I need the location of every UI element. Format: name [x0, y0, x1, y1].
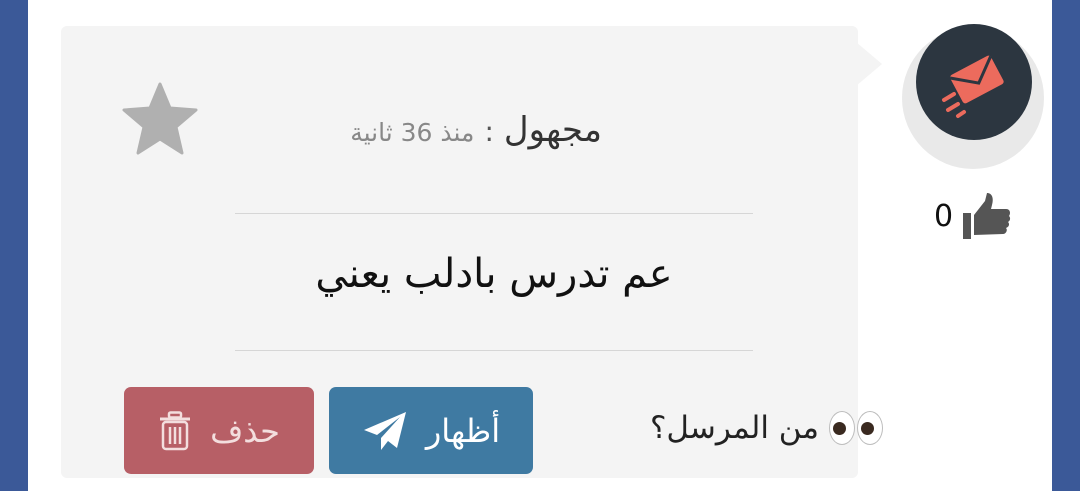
message-header: مجهول : منذ 36 ثانية [350, 110, 602, 150]
message-text: عم تدرس بادلب يعني [315, 251, 673, 297]
paper-plane-icon [363, 411, 406, 450]
show-button-label: أظهار [425, 411, 501, 450]
like-count: 0 [934, 198, 954, 234]
like-control[interactable]: 0 [934, 186, 1024, 246]
trash-icon [160, 410, 191, 450]
message-card: مجهول : منذ 36 ثانية عم تدرس بادلب يعني … [61, 26, 883, 478]
divider-bottom [235, 350, 753, 351]
message-card-tail [856, 42, 882, 86]
sender-name: مجهول [503, 110, 602, 150]
envelope-send-icon [942, 55, 1004, 118]
eyes-emoji-icon [829, 411, 883, 445]
delete-button[interactable]: حذف [124, 387, 314, 474]
timestamp: منذ 36 ثانية [350, 118, 475, 147]
star-icon[interactable] [121, 80, 199, 158]
who-sent[interactable]: من المرسل؟ [613, 410, 883, 446]
who-sent-label: من المرسل؟ [649, 410, 819, 446]
thumbs-up-icon[interactable] [959, 189, 1013, 243]
delete-button-label: حذف [210, 411, 280, 450]
show-button[interactable]: أظهار [329, 387, 533, 474]
divider-top [235, 213, 753, 214]
header-separator: : [484, 115, 494, 148]
page: 0 مجهول : منذ 36 ثانية عم تدرس بادلب يعن… [28, 0, 1052, 491]
avatar[interactable] [916, 24, 1032, 140]
